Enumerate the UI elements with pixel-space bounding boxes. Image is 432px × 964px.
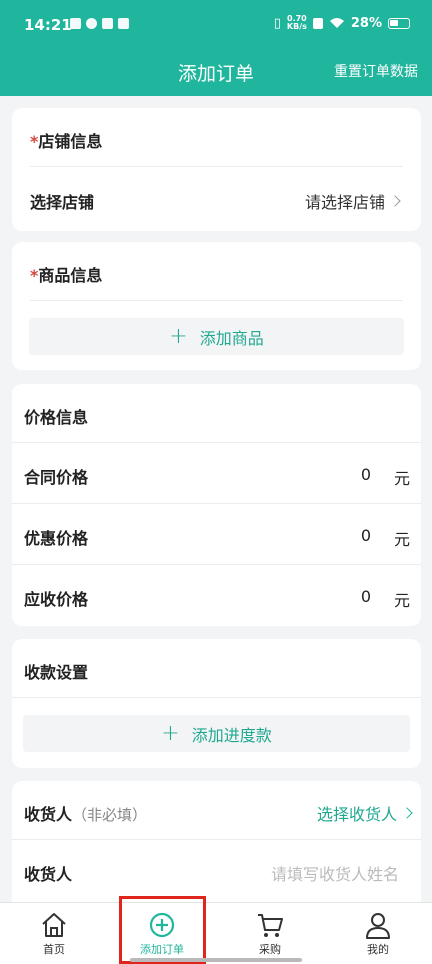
reset-order-button[interactable]: 重置订单数据 <box>334 61 418 81</box>
tab-purchase[interactable]: 采购 <box>216 903 324 964</box>
tab-home[interactable]: 首页 <box>0 903 108 964</box>
status-time: 14:21 <box>24 16 72 34</box>
receiver-header-row: 收货人（非必填） 选择收货人 <box>12 781 421 839</box>
discount-price-row[interactable]: 优惠价格 0 元 <box>12 504 421 564</box>
battery-percent: 28% <box>350 15 382 31</box>
receivable-price-row[interactable]: 应收价格 0 元 <box>12 565 421 625</box>
contract-price-value[interactable]: 0 <box>361 465 371 484</box>
vibrate-icon: ▯ <box>273 15 281 31</box>
payment-settings-title: 收款设置 <box>24 663 89 682</box>
notification-icon <box>102 18 113 29</box>
notification-icon <box>70 18 81 29</box>
contract-price-row[interactable]: 合同价格 0 元 <box>12 443 421 503</box>
battery-icon <box>388 17 410 29</box>
divider <box>30 300 403 301</box>
plus-icon: + <box>161 720 180 746</box>
select-receiver-button[interactable]: 选择收货人 <box>317 801 413 825</box>
receiver-name-label: 收货人 <box>24 865 73 884</box>
store-info-title: *店铺信息 <box>30 132 103 151</box>
select-store-value: 请选择店铺 <box>305 189 401 213</box>
receiver-title: 收货人（非必填） <box>24 805 148 824</box>
sim-off-icon <box>312 17 323 29</box>
user-icon <box>366 913 390 939</box>
bottom-tab-bar: 首页 添加订单 采购 我的 <box>0 902 432 964</box>
wifi-icon <box>329 18 344 28</box>
tab-add-order[interactable]: 添加订单 <box>108 903 216 964</box>
price-info-title: 价格信息 <box>24 408 89 427</box>
add-goods-button[interactable]: + 添加商品 <box>29 318 404 355</box>
chevron-right-icon <box>401 807 413 819</box>
tab-mine[interactable]: 我的 <box>324 903 432 964</box>
tiktok-icon <box>118 18 129 29</box>
notification-icons <box>70 18 129 29</box>
goods-info-card: *商品信息 + 添加商品 <box>12 242 421 370</box>
system-icons: ▯ 0.70 KB/s 28% <box>274 15 410 31</box>
plus-circle-icon <box>149 912 175 938</box>
top-bar: 14:21 ▯ 0.70 KB/s 28% 添加订单 重置订单数据 <box>0 0 432 96</box>
cart-icon <box>258 914 283 937</box>
plus-icon: + <box>169 323 188 349</box>
store-info-card: *店铺信息 选择店铺 请选择店铺 <box>12 108 421 231</box>
home-indicator <box>130 958 302 962</box>
discount-price-value[interactable]: 0 <box>361 526 371 545</box>
receiver-card: 收货人（非必填） 选择收货人 收货人 请填写收货人姓名 <box>12 781 421 921</box>
home-icon <box>42 913 66 937</box>
payment-settings-card: 收款设置 + 添加进度款 <box>12 639 421 768</box>
add-progress-payment-button[interactable]: + 添加进度款 <box>23 715 410 752</box>
notification-icon <box>86 18 97 29</box>
goods-info-title: *商品信息 <box>30 266 103 285</box>
net-speed: 0.70 KB/s <box>286 14 307 31</box>
receiver-name-input[interactable]: 请填写收货人姓名 <box>271 861 399 885</box>
price-info-card: 价格信息 合同价格 0 元 优惠价格 0 元 应收价格 0 元 <box>12 384 421 626</box>
receivable-price-value[interactable]: 0 <box>361 587 371 606</box>
status-bar: 14:21 ▯ 0.70 KB/s 28% <box>0 0 432 50</box>
chevron-right-icon <box>389 195 401 207</box>
select-store-row[interactable]: 选择店铺 请选择店铺 <box>12 167 421 231</box>
receiver-name-row: 收货人 请填写收货人姓名 <box>12 840 421 900</box>
optional-note: （非必填） <box>72 806 148 824</box>
select-store-label: 选择店铺 <box>30 193 95 212</box>
divider <box>12 697 421 698</box>
